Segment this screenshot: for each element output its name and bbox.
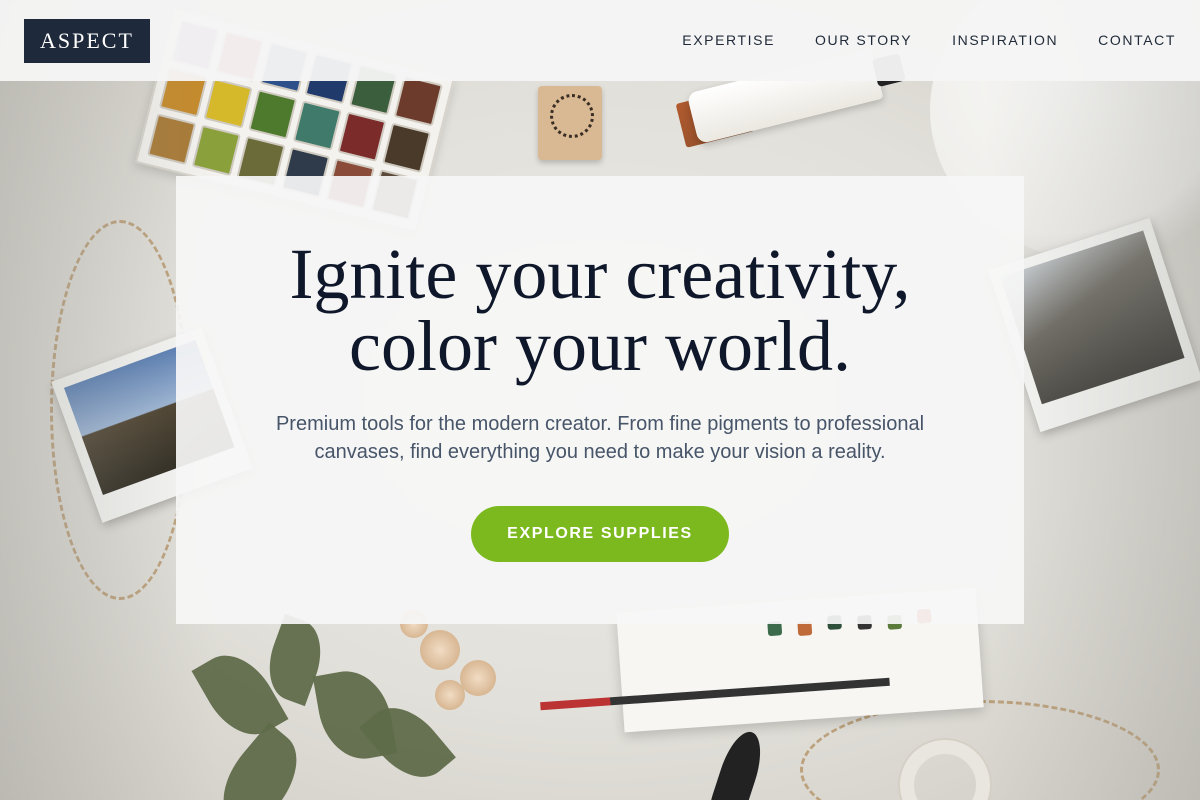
hero-title-line: color your world. — [349, 306, 851, 386]
hero-subtitle-line: Premium tools for the modern creator. Fr… — [275, 413, 925, 435]
hero-title: Ignite your creativity, color your world… — [289, 238, 910, 382]
nav-item: INSPIRATION — [952, 32, 1058, 50]
explore-supplies-button[interactable]: EXPLORE SUPPLIES — [471, 506, 729, 562]
nav-link-our-story[interactable]: OUR STORY — [815, 32, 912, 48]
hero-subtitle-line: canvases, find everything you need to ma… — [314, 441, 886, 463]
nav-link-contact[interactable]: CONTACT — [1098, 32, 1176, 48]
main-nav: EXPERTISE OUR STORY INSPIRATION CONTACT — [682, 32, 1176, 50]
nav-list: EXPERTISE OUR STORY INSPIRATION CONTACT — [682, 32, 1176, 50]
landing-page: ASPECT EXPERTISE OUR STORY INSPIRATION C… — [0, 0, 1200, 800]
hero-card: Ignite your creativity, color your world… — [176, 176, 1024, 624]
brand-logo[interactable]: ASPECT — [24, 18, 150, 63]
site-header: ASPECT EXPERTISE OUR STORY INSPIRATION C… — [0, 0, 1200, 81]
nav-item: EXPERTISE — [682, 32, 775, 50]
nav-item: OUR STORY — [815, 32, 912, 50]
nav-link-expertise[interactable]: EXPERTISE — [682, 32, 775, 48]
nav-link-inspiration[interactable]: INSPIRATION — [952, 32, 1058, 48]
hero-title-line: Ignite your creativity, — [289, 234, 911, 314]
nav-item: CONTACT — [1098, 32, 1176, 50]
hero-subtitle: Premium tools for the modern creator. Fr… — [240, 410, 960, 466]
